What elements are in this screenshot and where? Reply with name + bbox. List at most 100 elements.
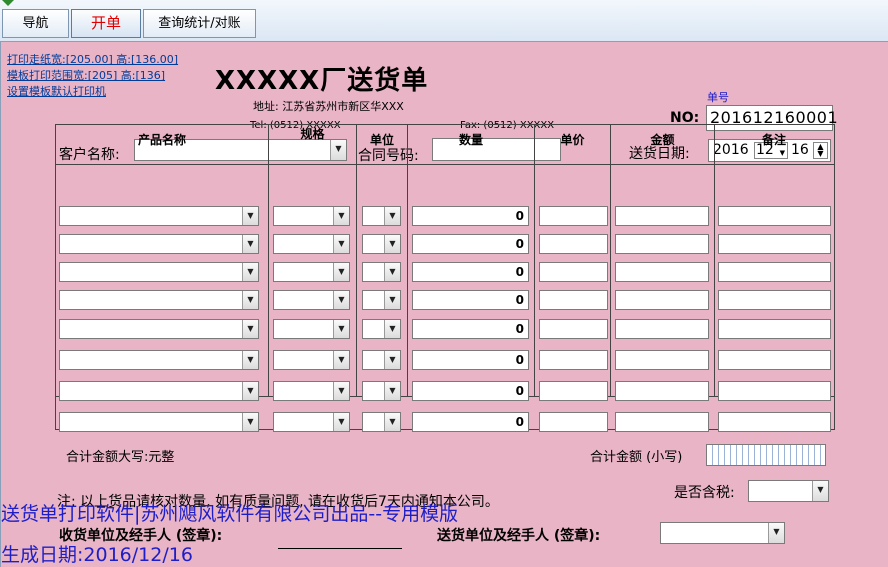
unit-price-input[interactable] <box>539 319 608 339</box>
chevron-down-icon[interactable]: ▼ <box>384 413 400 431</box>
unit-combo[interactable]: ▼ <box>362 319 401 339</box>
quantity-input[interactable]: 0 <box>412 262 529 282</box>
chevron-down-icon[interactable]: ▼ <box>333 413 349 431</box>
column-header-amount: 金额 <box>650 133 675 147</box>
quantity-input[interactable]: 0 <box>412 206 529 226</box>
chevron-down-icon[interactable]: ▼ <box>242 382 258 400</box>
quantity-input[interactable]: 0 <box>412 234 529 254</box>
amount-input[interactable] <box>615 381 709 401</box>
unit-combo[interactable]: ▼ <box>362 381 401 401</box>
tab-navigation[interactable]: 导航 <box>2 9 69 38</box>
default-printer-link[interactable]: 设置模板默认打印机 <box>7 83 106 99</box>
chevron-down-icon[interactable]: ▼ <box>333 235 349 253</box>
column-header-product: 产品名称 <box>137 133 186 147</box>
chevron-down-icon[interactable]: ▼ <box>333 351 349 369</box>
spec-combo[interactable]: ▼ <box>273 350 350 370</box>
amount-input[interactable] <box>615 319 709 339</box>
chevron-down-icon[interactable]: ▼ <box>333 207 349 225</box>
spec-combo[interactable]: ▼ <box>273 381 350 401</box>
quantity-input[interactable]: 0 <box>412 350 529 370</box>
remark-input[interactable] <box>718 350 831 370</box>
product-combo[interactable]: ▼ <box>59 381 259 401</box>
spec-combo[interactable]: ▼ <box>273 262 350 282</box>
chevron-down-icon[interactable]: ▼ <box>242 413 258 431</box>
table-divider <box>268 125 269 397</box>
unit-combo[interactable]: ▼ <box>362 290 401 310</box>
amount-input[interactable] <box>615 262 709 282</box>
table-divider <box>356 125 357 397</box>
tab-bar: 导航 开单 查询统计/对账 <box>0 0 888 42</box>
unit-price-input[interactable] <box>539 290 608 310</box>
quantity-input[interactable]: 0 <box>412 381 529 401</box>
quantity-input[interactable]: 0 <box>412 319 529 339</box>
chevron-down-icon[interactable]: ▼ <box>384 263 400 281</box>
remark-input[interactable] <box>718 234 831 254</box>
chevron-down-icon[interactable]: ▼ <box>384 207 400 225</box>
quantity-input[interactable]: 0 <box>412 412 529 432</box>
print-range-link[interactable]: 模板打印范围宽:[205] 高:[136] <box>7 67 165 83</box>
product-combo[interactable]: ▼ <box>59 412 259 432</box>
product-combo[interactable]: ▼ <box>59 350 259 370</box>
table-divider <box>56 164 834 165</box>
chevron-down-icon[interactable]: ▼ <box>242 291 258 309</box>
product-combo[interactable]: ▼ <box>59 290 259 310</box>
tab-query-statistics[interactable]: 查询统计/对账 <box>143 9 256 38</box>
product-combo[interactable]: ▼ <box>59 262 259 282</box>
chevron-down-icon[interactable]: ▼ <box>242 263 258 281</box>
spec-combo[interactable]: ▼ <box>273 290 350 310</box>
chevron-down-icon[interactable]: ▼ <box>242 235 258 253</box>
amount-input[interactable] <box>615 350 709 370</box>
amount-input[interactable] <box>615 206 709 226</box>
amount-input[interactable] <box>615 234 709 254</box>
chevron-down-icon[interactable]: ▼ <box>768 523 784 543</box>
remark-input[interactable] <box>718 412 831 432</box>
sender-signature-combo[interactable]: ▼ <box>660 522 785 544</box>
quantity-input[interactable]: 0 <box>412 290 529 310</box>
product-combo[interactable]: ▼ <box>59 319 259 339</box>
unit-price-input[interactable] <box>539 350 608 370</box>
spec-combo[interactable]: ▼ <box>273 319 350 339</box>
chevron-down-icon[interactable]: ▼ <box>242 207 258 225</box>
spec-combo[interactable]: ▼ <box>273 412 350 432</box>
remark-input[interactable] <box>718 206 831 226</box>
chevron-down-icon[interactable]: ▼ <box>333 263 349 281</box>
unit-price-input[interactable] <box>539 262 608 282</box>
spec-combo[interactable]: ▼ <box>273 206 350 226</box>
chevron-down-icon[interactable]: ▼ <box>384 320 400 338</box>
product-combo[interactable]: ▼ <box>59 234 259 254</box>
unit-price-input[interactable] <box>539 412 608 432</box>
unit-combo[interactable]: ▼ <box>362 234 401 254</box>
unit-price-input[interactable] <box>539 234 608 254</box>
chevron-down-icon[interactable]: ▼ <box>333 291 349 309</box>
chevron-down-icon[interactable]: ▼ <box>384 291 400 309</box>
remark-input[interactable] <box>718 262 831 282</box>
tax-included-combo[interactable]: ▼ <box>748 480 829 502</box>
total-amount-small-input[interactable] <box>706 444 826 466</box>
unit-price-input[interactable] <box>539 381 608 401</box>
chevron-down-icon[interactable]: ▼ <box>384 382 400 400</box>
chevron-down-icon[interactable]: ▼ <box>384 351 400 369</box>
amount-input[interactable] <box>615 412 709 432</box>
chevron-down-icon[interactable]: ▼ <box>242 351 258 369</box>
remark-input[interactable] <box>718 319 831 339</box>
remark-input[interactable] <box>718 290 831 310</box>
remark-input[interactable] <box>718 381 831 401</box>
product-combo[interactable]: ▼ <box>59 206 259 226</box>
chevron-down-icon[interactable]: ▼ <box>333 382 349 400</box>
corner-marker-icon <box>2 0 14 6</box>
unit-price-input[interactable] <box>539 206 608 226</box>
print-paper-size-link[interactable]: 打印走纸宽:[205.00] 高:[136.00] <box>7 51 178 67</box>
chevron-down-icon[interactable]: ▼ <box>242 320 258 338</box>
chevron-down-icon[interactable]: ▼ <box>812 481 828 501</box>
tab-create-order[interactable]: 开单 <box>71 9 141 38</box>
spec-combo[interactable]: ▼ <box>273 234 350 254</box>
unit-combo[interactable]: ▼ <box>362 262 401 282</box>
column-header-unit-price: 单价 <box>560 133 585 147</box>
unit-combo[interactable]: ▼ <box>362 412 401 432</box>
unit-combo[interactable]: ▼ <box>362 350 401 370</box>
chevron-down-icon[interactable]: ▼ <box>333 320 349 338</box>
generated-date: 生成日期:2016/12/16 <box>1 544 193 566</box>
amount-input[interactable] <box>615 290 709 310</box>
unit-combo[interactable]: ▼ <box>362 206 401 226</box>
chevron-down-icon[interactable]: ▼ <box>384 235 400 253</box>
